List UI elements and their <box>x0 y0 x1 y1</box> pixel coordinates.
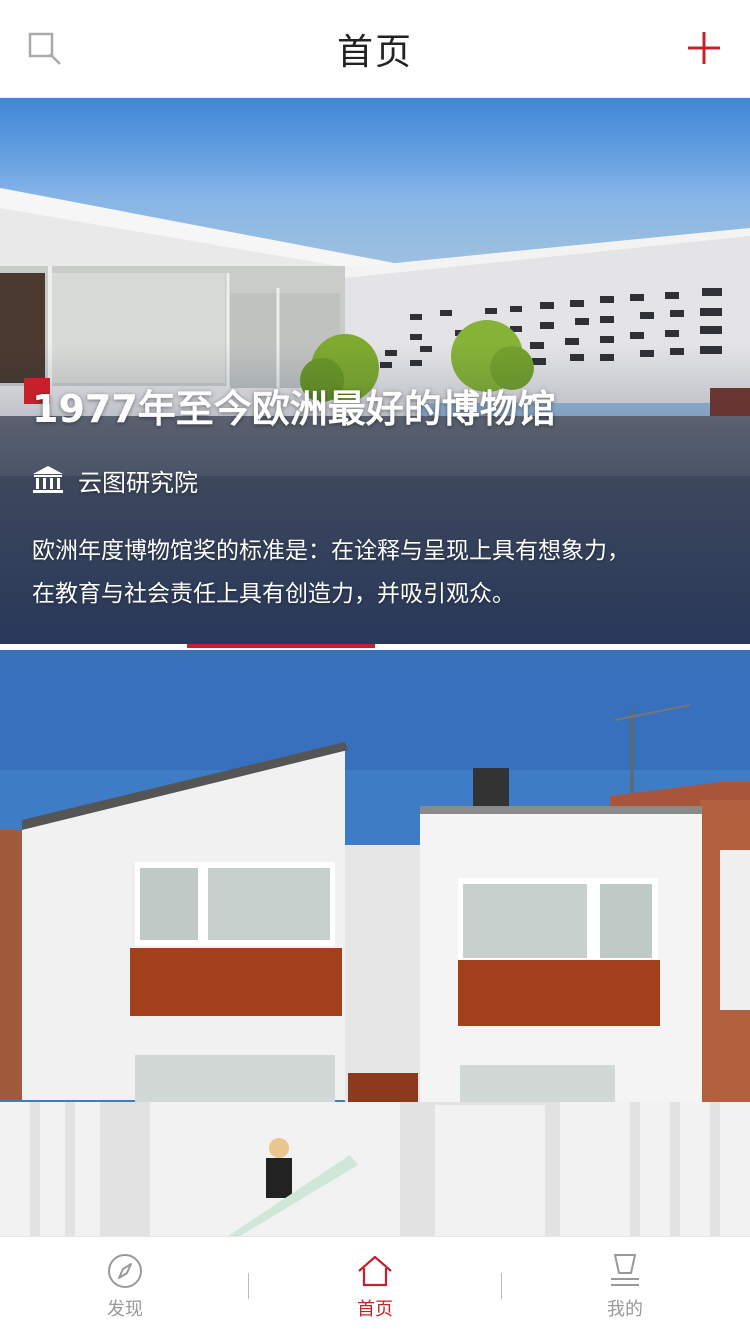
compass-icon <box>108 1253 142 1288</box>
featured-article-card[interactable]: 1977年至今欧洲最好的博物馆 云图研究院 欧洲年度博物馆奖的标准是：在诠释与呈… <box>0 98 750 644</box>
source-name: 云图研究院 <box>78 468 198 497</box>
add-button[interactable] <box>686 30 722 66</box>
top-navigation-bar: 首页 <box>0 0 750 98</box>
museum-icon <box>33 466 63 493</box>
plus-icon <box>688 32 720 64</box>
tab-divider <box>248 1273 249 1299</box>
search-icon <box>28 32 61 65</box>
home-icon <box>358 1255 392 1286</box>
carousel-indicator <box>187 644 375 648</box>
profile-icon <box>611 1253 639 1286</box>
bottom-tab-bar: 发现 首页 我的 <box>0 1236 750 1334</box>
article-description: 欧洲年度博物馆奖的标准是：在诠释与呈现上具有想象力， 在教育与社会责任上具有创造… <box>32 530 732 616</box>
house-photo <box>0 650 750 1236</box>
page-title: 首页 <box>336 31 413 73</box>
tab-profile-label: 我的 <box>607 1298 643 1320</box>
tab-home-label: 首页 <box>357 1298 393 1320</box>
description-line-2: 在教育与社会责任上具有创造力，并吸引观众。 <box>32 581 515 607</box>
search-button[interactable] <box>28 32 64 68</box>
tab-discover-label: 发现 <box>107 1298 143 1320</box>
description-line-1: 欧洲年度博物馆奖的标准是：在诠释与呈现上具有想象力， <box>32 538 630 564</box>
article-card-image[interactable] <box>0 650 750 1236</box>
article-title: 1977年至今欧洲最好的博物馆 <box>32 387 556 431</box>
tab-discover[interactable]: 发现 <box>0 1237 250 1334</box>
tab-home[interactable]: 首页 <box>250 1237 500 1334</box>
tab-profile[interactable]: 我的 <box>500 1237 750 1334</box>
article-source[interactable]: 云图研究院 <box>32 462 198 498</box>
